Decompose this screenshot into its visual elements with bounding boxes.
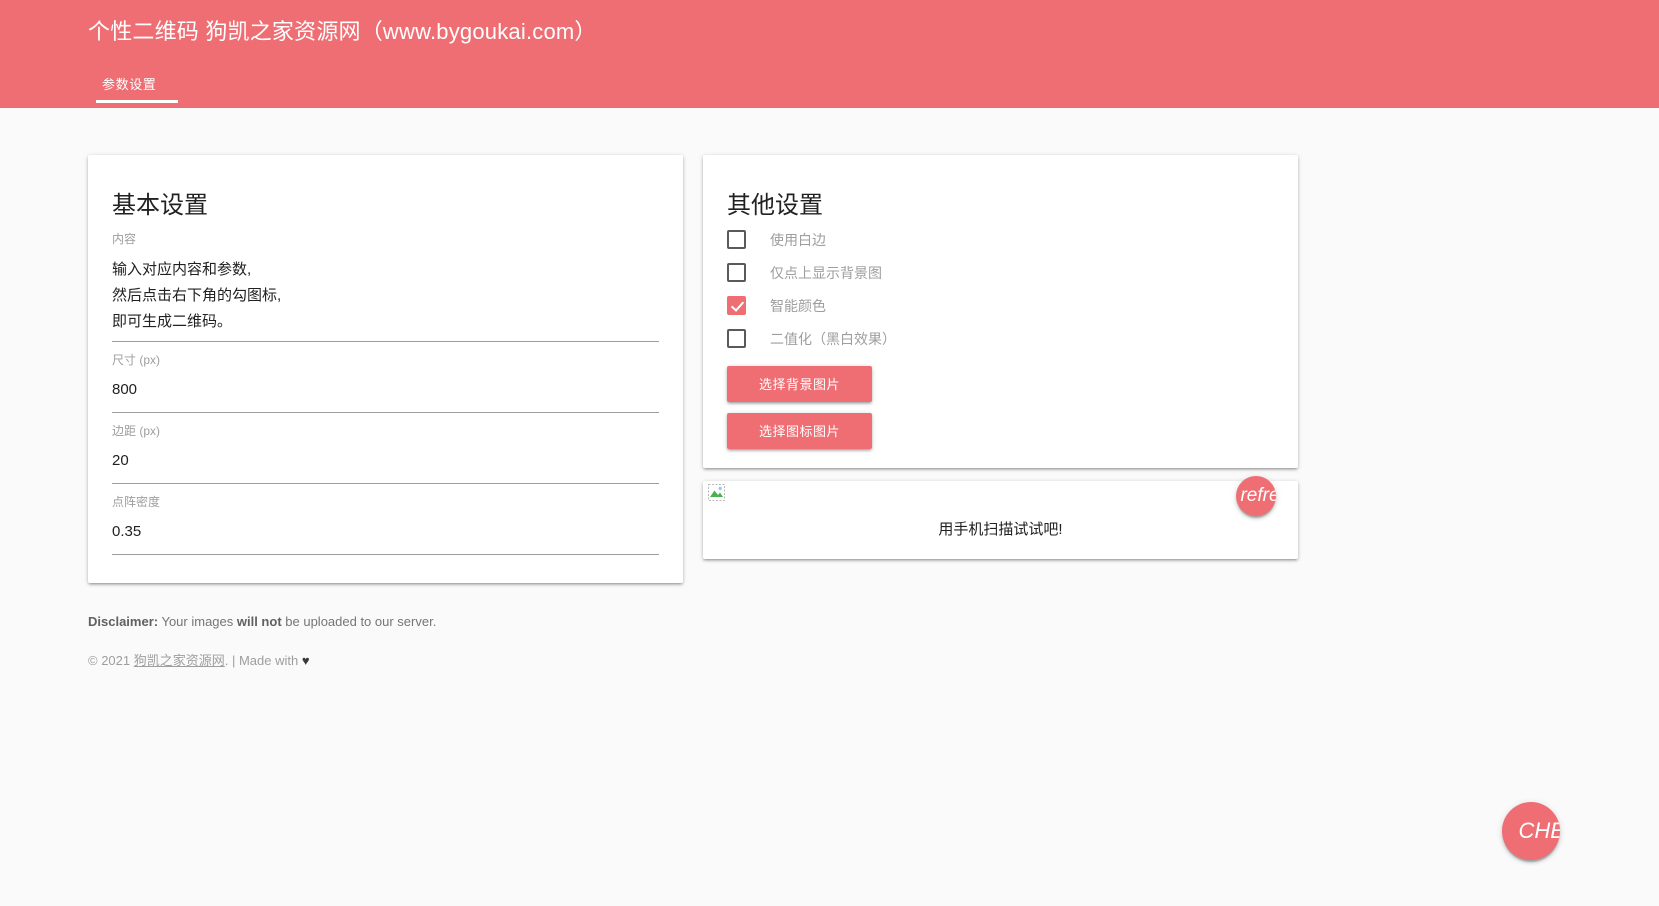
margin-field: 边距 (px) 20: [112, 423, 659, 484]
heart-icon: ♥: [302, 653, 310, 668]
copyright-suffix: . | Made with: [225, 653, 302, 668]
app-title: 个性二维码 狗凯之家资源网（www.bygoukai.com）: [88, 14, 597, 46]
density-input[interactable]: 0.35: [112, 520, 659, 555]
checkbox-icon-white-border[interactable]: [727, 230, 746, 249]
size-label: 尺寸 (px): [112, 352, 659, 368]
checkbox-row-bg-on-dots-only[interactable]: 仅点上显示背景图: [727, 256, 1274, 289]
copyright-prefix: © 2021: [88, 653, 134, 668]
disclaimer-part-1: Your images: [158, 614, 237, 629]
content-textarea[interactable]: 输入对应内容和参数, 然后点击右下角的勾图标, 即可生成二维码。: [112, 257, 659, 342]
checkbox-row-white-border[interactable]: 使用白边: [727, 223, 1274, 256]
disclaimer-part-2: be uploaded to our server.: [282, 614, 437, 629]
broken-image-icon: [708, 484, 725, 501]
checkbox-icon-binarize[interactable]: [727, 329, 746, 348]
checkbox-label-bg-on-dots-only: 仅点上显示背景图: [770, 263, 882, 283]
checkbox-icon-bg-on-dots-only[interactable]: [727, 263, 746, 282]
other-settings-body: 其他设置 使用白边 仅点上显示背景图 智能颜色 二值化（黑白效果） 选择背景图片…: [703, 155, 1298, 467]
footer: Disclaimer: Your images will not be uplo…: [88, 612, 436, 671]
size-field: 尺寸 (px) 800: [112, 352, 659, 413]
refresh-fab-label: refresh: [1240, 485, 1276, 507]
checkbox-icon-smart-color[interactable]: [727, 296, 746, 315]
margin-input[interactable]: 20: [112, 449, 659, 484]
site-link[interactable]: 狗凯之家资源网: [134, 653, 225, 668]
basic-settings-body: 基本设置 内容 输入对应内容和参数, 然后点击右下角的勾图标, 即可生成二维码。…: [88, 155, 683, 573]
app-header: 个性二维码 狗凯之家资源网（www.bygoukai.com） 参数设置: [0, 0, 1659, 108]
other-settings-title: 其他设置: [727, 191, 1274, 221]
choose-background-image-button[interactable]: 选择背景图片: [727, 366, 872, 402]
other-settings-card: 其他设置 使用白边 仅点上显示背景图 智能颜色 二值化（黑白效果） 选择背景图片…: [703, 155, 1298, 468]
density-label: 点阵密度: [112, 494, 659, 510]
margin-label: 边距 (px): [112, 423, 659, 439]
check-fab-button[interactable]: CHECK: [1502, 802, 1560, 860]
check-fab-label: CHECK: [1519, 818, 1561, 844]
qr-preview-card: 用手机扫描试试吧!: [703, 481, 1298, 559]
app-root: 个性二维码 狗凯之家资源网（www.bygoukai.com） 参数设置 基本设…: [0, 0, 1659, 906]
basic-settings-title: 基本设置: [112, 191, 659, 221]
disclaimer-text: Disclaimer: Your images will not be uplo…: [88, 612, 436, 632]
content-field: 内容 输入对应内容和参数, 然后点击右下角的勾图标, 即可生成二维码。: [112, 231, 659, 342]
basic-settings-card: 基本设置 内容 输入对应内容和参数, 然后点击右下角的勾图标, 即可生成二维码。…: [88, 155, 683, 583]
density-field: 点阵密度 0.35: [112, 494, 659, 555]
size-input[interactable]: 800: [112, 378, 659, 413]
checkbox-row-smart-color[interactable]: 智能颜色: [727, 289, 1274, 322]
choose-icon-image-button[interactable]: 选择图标图片: [727, 413, 872, 449]
checkbox-label-smart-color: 智能颜色: [770, 296, 826, 316]
disclaimer-emphasis: will not: [237, 614, 282, 629]
qr-preview-inner: 用手机扫描试试吧!: [703, 481, 1298, 559]
checkbox-label-binarize: 二值化（黑白效果）: [770, 329, 896, 349]
disclaimer-label: Disclaimer:: [88, 614, 158, 629]
content-label: 内容: [112, 231, 659, 247]
checkbox-row-binarize[interactable]: 二值化（黑白效果）: [727, 322, 1274, 355]
checkbox-label-white-border: 使用白边: [770, 230, 826, 250]
copyright-text: © 2021 狗凯之家资源网. | Made with ♥: [88, 651, 436, 671]
qr-caption: 用手机扫描试试吧!: [703, 518, 1298, 539]
refresh-fab-button[interactable]: refresh: [1236, 476, 1276, 516]
tab-active-indicator: [96, 100, 178, 103]
